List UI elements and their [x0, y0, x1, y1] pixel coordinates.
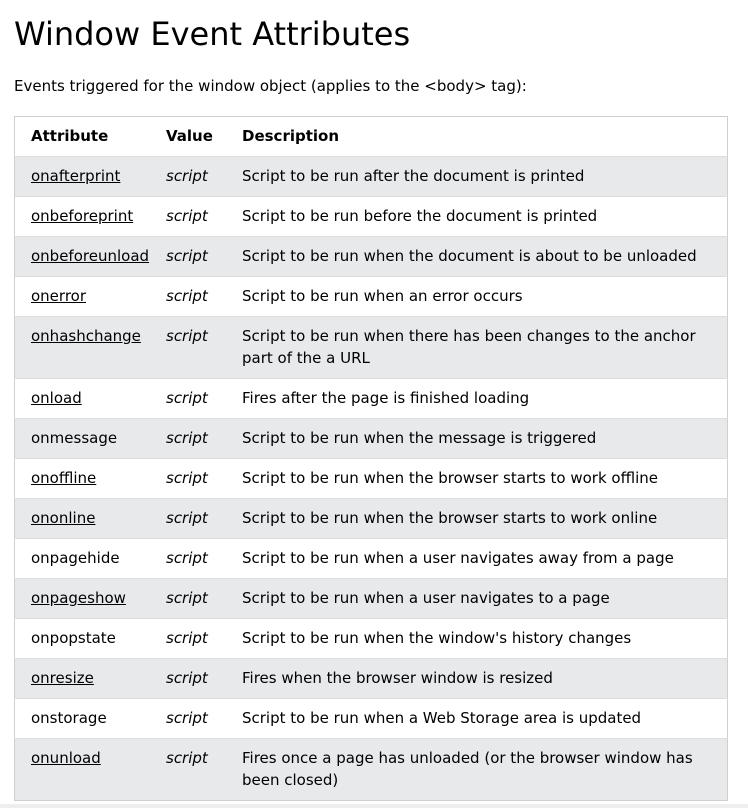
- header-row: Attribute Value Description: [15, 117, 728, 157]
- value-cell: script: [166, 749, 208, 767]
- attribute-link[interactable]: onhashchange: [31, 327, 141, 345]
- page-title: Window Event Attributes: [14, 15, 411, 53]
- attribute-cell: onbeforeunload: [15, 237, 167, 277]
- attribute-link[interactable]: onbeforeprint: [31, 207, 133, 225]
- attribute-link[interactable]: onerror: [31, 287, 86, 305]
- value-cell: script: [166, 669, 208, 687]
- value-cell: script: [166, 509, 208, 527]
- attribute-link[interactable]: onresize: [31, 669, 94, 687]
- table-row: onmessage script Script to be run when the…: [14, 418, 728, 459]
- table-header: Attribute Value Description: [15, 117, 728, 157]
- table-row: onhashchange script Script to be run when …: [14, 316, 728, 379]
- attribute-cell: onoffline: [15, 459, 167, 499]
- value-cell: script: [166, 629, 208, 647]
- attribute-name: onpopstate: [31, 629, 116, 647]
- table-row: onstorage script Script to be run when a W…: [14, 698, 728, 739]
- value-cell: script: [166, 327, 208, 345]
- attribute-cell: onhashchange: [15, 317, 167, 379]
- attribute-name: onmessage: [31, 429, 118, 447]
- description-cell: Script to be run when a user navigates a…: [242, 549, 674, 567]
- description-cell: Script to be run after the document is p…: [242, 167, 585, 185]
- description-cell: Script to be run when the browser starts…: [242, 469, 659, 487]
- attribute-cell: onresize: [15, 659, 167, 699]
- attribute-cell: onpageshow: [15, 579, 167, 619]
- description-cell: Script to be run when a user navigates t…: [242, 589, 610, 607]
- attribute-cell: onafterprint: [15, 157, 167, 197]
- attribute-link[interactable]: ononline: [31, 509, 95, 527]
- table-row: onerror script Script to be run when an er…: [14, 276, 728, 317]
- table-row: onresize script Fires when the browser win…: [14, 658, 728, 699]
- footer-divider: [0, 804, 748, 808]
- value-cell: script: [166, 389, 208, 407]
- header-attribute: Attribute: [31, 127, 109, 145]
- value-cell: script: [166, 207, 208, 225]
- intro-text: Events triggered for the window object (…: [14, 77, 527, 95]
- attribute-cell: onbeforeprint: [15, 197, 167, 237]
- header-description: Description: [242, 127, 340, 145]
- table-row: onbeforeunload script Script to be run whe…: [14, 236, 728, 277]
- value-cell: script: [166, 549, 208, 567]
- description-cell: Fires after the page is finished loading: [242, 389, 530, 407]
- value-cell: script: [166, 589, 208, 607]
- attribute-name: onpagehide: [31, 549, 120, 567]
- description-cell: Script to be run when there has been cha…: [242, 327, 696, 367]
- attribute-cell: ononline: [15, 499, 167, 539]
- attribute-cell: onerror: [15, 277, 167, 317]
- table-row: onafterprint script Script to be run after…: [14, 156, 728, 197]
- value-cell: script: [166, 167, 208, 185]
- table-row: onpopstate script Script to be run when th…: [14, 618, 728, 659]
- attribute-link[interactable]: onload: [31, 389, 82, 407]
- attribute-link[interactable]: onafterprint: [31, 167, 120, 185]
- header-value: Value: [166, 127, 213, 145]
- attribute-link[interactable]: onpageshow: [31, 589, 126, 607]
- description-cell: Script to be run before the document is …: [242, 207, 598, 225]
- description-cell: Fires when the browser window is resized: [242, 669, 553, 687]
- attribute-name: onstorage: [31, 709, 107, 727]
- attribute-cell: onpagehide: [15, 539, 167, 579]
- description-cell: Script to be run when an error occurs: [242, 287, 523, 305]
- table-row: onoffline script Script to be run when the…: [14, 458, 728, 499]
- value-cell: script: [166, 287, 208, 305]
- window-events-table: Attribute Value Description onafterprint…: [14, 116, 728, 801]
- value-cell: script: [166, 429, 208, 447]
- attribute-cell: onpopstate: [15, 619, 167, 659]
- page: Window Event Attributes Events triggered…: [0, 0, 748, 808]
- table-row: ononline script Script to be run when the …: [14, 498, 728, 539]
- table-row: onload script Fires after the page is fini…: [14, 378, 728, 419]
- table-body: onafterprint script Script to be run after…: [14, 156, 728, 801]
- table-row: onbeforeprint script Script to be run befo…: [14, 196, 728, 237]
- description-cell: Script to be run when the document is ab…: [242, 247, 697, 265]
- attribute-link[interactable]: onunload: [31, 749, 101, 767]
- description-cell: Script to be run when the browser starts…: [242, 509, 658, 527]
- attribute-cell: onmessage: [15, 419, 167, 459]
- attribute-cell: onunload: [15, 739, 167, 801]
- table-row: onunload script Fires once a page has unlo…: [14, 738, 728, 801]
- table-row: onpageshow script Script to be run when a …: [14, 578, 728, 619]
- description-cell: Script to be run when the window's histo…: [242, 629, 632, 647]
- attribute-link[interactable]: onbeforeunload: [31, 247, 149, 265]
- attribute-cell: onload: [15, 379, 167, 419]
- value-cell: script: [166, 247, 208, 265]
- value-cell: script: [166, 709, 208, 727]
- table-row: onpagehide script Script to be run when a …: [14, 538, 728, 579]
- value-cell: script: [166, 469, 208, 487]
- attribute-link[interactable]: onoffline: [31, 469, 96, 487]
- description-cell: Script to be run when the message is tri…: [242, 429, 597, 447]
- description-cell: Script to be run when a Web Storage area…: [242, 709, 642, 727]
- attribute-cell: onstorage: [15, 699, 167, 739]
- description-cell: Fires once a page has unloaded (or the b…: [242, 749, 693, 789]
